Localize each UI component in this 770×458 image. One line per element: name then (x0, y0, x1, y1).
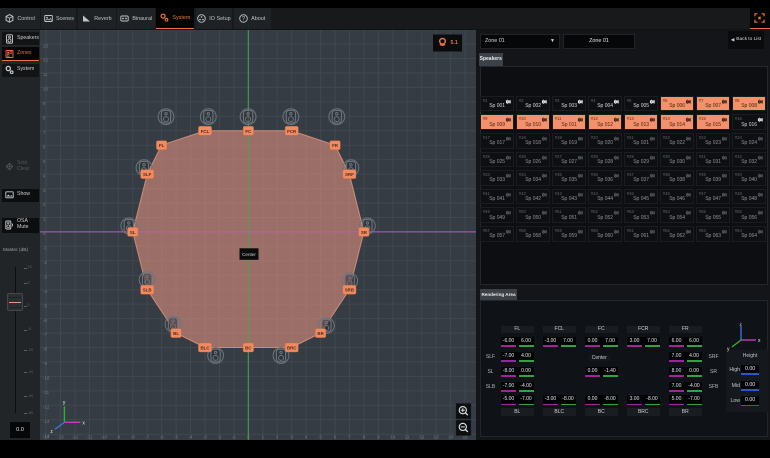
svg-text:10: 10 (43, 87, 48, 92)
svg-text:-3: -3 (43, 274, 47, 279)
svg-text:-2: -2 (43, 260, 47, 265)
svg-text:BL: BL (173, 331, 179, 336)
svg-text:-1: -1 (43, 246, 47, 251)
svg-text:11: 11 (43, 72, 48, 77)
svg-text:-2: -2 (217, 435, 221, 440)
svg-text:FL: FL (159, 143, 165, 148)
svg-text:-4: -4 (43, 289, 47, 294)
svg-text:SRB: SRB (345, 288, 354, 293)
svg-text:SLB: SLB (143, 288, 152, 293)
svg-text:-13: -13 (57, 435, 64, 440)
svg-text:12: 12 (43, 58, 48, 63)
svg-text:Center: Center (242, 252, 256, 257)
svg-text:-4: -4 (189, 435, 193, 440)
svg-text:6: 6 (334, 435, 337, 440)
svg-text:-8: -8 (131, 435, 135, 440)
svg-text:5.1: 5.1 (451, 40, 458, 46)
svg-text:1: 1 (262, 435, 265, 440)
svg-text:11: 11 (405, 435, 410, 440)
svg-text:SL: SL (130, 230, 136, 235)
svg-text:4: 4 (305, 435, 308, 440)
svg-text:-12: -12 (72, 435, 79, 440)
svg-text:-9: -9 (116, 435, 120, 440)
svg-text:10: 10 (390, 435, 395, 440)
svg-text:-13: -13 (43, 419, 50, 424)
svg-text:13: 13 (434, 435, 439, 440)
svg-text:-7: -7 (43, 332, 47, 337)
svg-text:9: 9 (377, 435, 380, 440)
svg-text:x: x (758, 338, 761, 344)
svg-text:-14: -14 (43, 433, 50, 438)
svg-text:7: 7 (348, 435, 351, 440)
svg-text:-12: -12 (43, 405, 50, 410)
svg-text:-11: -11 (86, 435, 93, 440)
svg-text:-5: -5 (174, 435, 178, 440)
svg-text:z: z (740, 323, 743, 328)
svg-text:-7: -7 (145, 435, 149, 440)
svg-text:FCR: FCR (287, 129, 297, 134)
svg-text:-9: -9 (43, 361, 47, 366)
svg-text:SLF: SLF (143, 172, 152, 177)
svg-text:13: 13 (43, 43, 48, 48)
svg-text:-11: -11 (43, 390, 50, 395)
svg-text:-10: -10 (101, 435, 108, 440)
svg-text:BR: BR (317, 331, 324, 336)
svg-text:-1: -1 (232, 435, 236, 440)
svg-text:FR: FR (332, 143, 339, 148)
svg-text:3: 3 (290, 435, 293, 440)
svg-text:BRC: BRC (287, 346, 297, 351)
svg-text:-5: -5 (43, 303, 47, 308)
svg-text:SR: SR (361, 230, 368, 235)
svg-text:-6: -6 (43, 318, 47, 323)
svg-text:BLC: BLC (200, 346, 210, 351)
svg-text:2: 2 (276, 435, 279, 440)
svg-text:-6: -6 (160, 435, 164, 440)
svg-text:BC: BC (245, 346, 252, 351)
svg-text:5: 5 (319, 435, 322, 440)
svg-text:y: y (727, 346, 730, 352)
svg-text:SRF: SRF (345, 172, 354, 177)
svg-text:-10: -10 (43, 376, 50, 381)
svg-text:0: 0 (247, 435, 250, 440)
svg-text:12: 12 (419, 435, 424, 440)
svg-text:FC: FC (245, 129, 252, 134)
svg-text:-3: -3 (203, 435, 207, 440)
svg-text:FCL: FCL (201, 129, 210, 134)
svg-text:-8: -8 (43, 347, 47, 352)
svg-text:14: 14 (448, 435, 453, 440)
svg-text:8: 8 (363, 435, 366, 440)
svg-text:x: x (82, 420, 85, 426)
